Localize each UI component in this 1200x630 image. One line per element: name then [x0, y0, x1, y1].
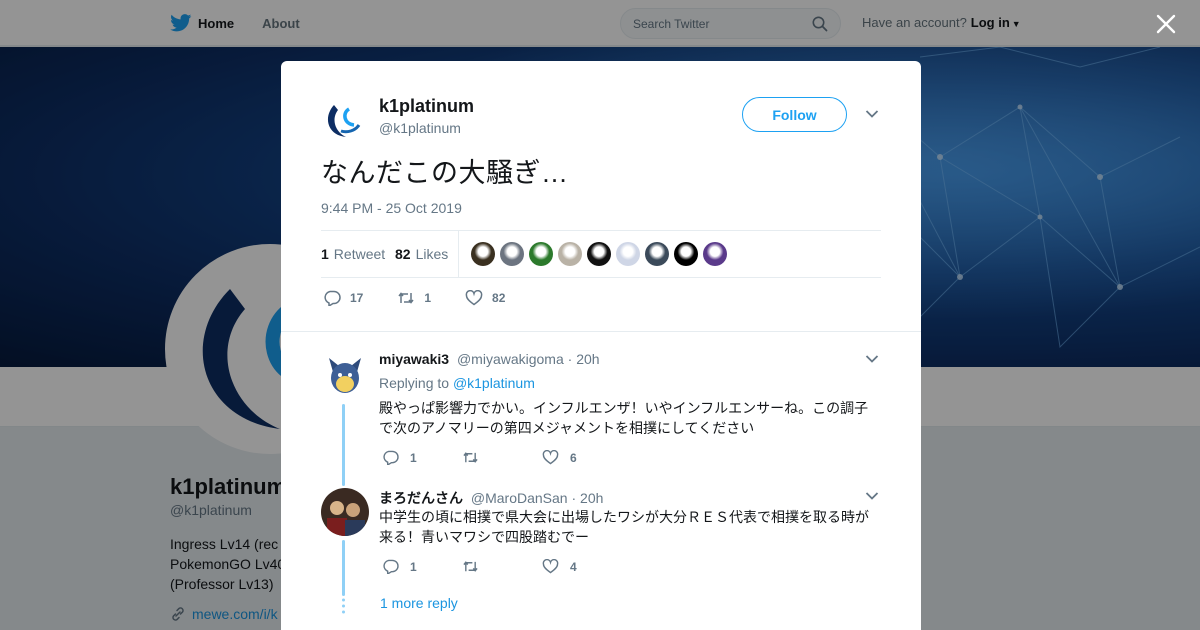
reply-icon [383, 450, 399, 465]
reply-icon [324, 290, 341, 306]
reply-author-handle[interactable]: @miyawakigoma [457, 351, 564, 367]
creature-avatar-icon [329, 358, 361, 393]
close-icon[interactable] [1154, 12, 1178, 36]
retweet-icon [463, 561, 478, 572]
reply-like-count: 6 [570, 450, 577, 465]
author-handle[interactable]: @k1platinum [379, 120, 461, 136]
stats-divider [458, 231, 459, 278]
chevron-down-icon[interactable] [865, 491, 879, 501]
photo-avatar-icon [321, 488, 369, 536]
reply-actions: 1 6 [382, 450, 622, 465]
author-avatar[interactable] [321, 95, 369, 143]
retweet-icon [463, 452, 478, 463]
reply-author-name[interactable]: まろだんさん [379, 490, 463, 506]
heart-icon [542, 559, 559, 574]
reply-separator: · [571, 490, 581, 506]
reply-avatar[interactable] [321, 488, 369, 536]
liker-avatar[interactable] [674, 242, 698, 266]
liker-avatar[interactable] [703, 242, 727, 266]
tweet-text: なんだこの大騒ぎ… [321, 158, 569, 188]
liker-avatar[interactable] [500, 242, 524, 266]
retweet-button[interactable]: 1 [397, 290, 431, 306]
replying-to-handle[interactable]: @k1platinum [453, 375, 535, 391]
reply-header: miyawaki3 @miyawakigoma · 20h [379, 351, 600, 367]
replying-prefix: Replying to [379, 375, 450, 391]
reply-reply-count: 1 [410, 559, 417, 574]
liker-avatar[interactable] [587, 242, 611, 266]
tweet-modal: k1platinum @k1platinum Follow なんだこの大騒ぎ… … [281, 61, 921, 630]
reply-count: 17 [350, 291, 364, 305]
follow-button[interactable]: Follow [742, 97, 847, 132]
swirl-logo-icon [327, 105, 361, 137]
reply-like-count: 4 [570, 559, 577, 574]
retweet-button[interactable] [462, 450, 542, 465]
chevron-down-icon[interactable] [865, 109, 879, 119]
reply-separator: · [567, 351, 577, 367]
likes-stat[interactable]: 82 Likes [395, 246, 448, 262]
chevron-down-icon[interactable] [865, 354, 879, 364]
liker-avatar[interactable] [645, 242, 669, 266]
reply-icon [383, 559, 399, 574]
retweet-button[interactable] [462, 559, 542, 574]
liker-avatar[interactable] [529, 242, 553, 266]
reply-author-name[interactable]: miyawaki3 [379, 351, 449, 367]
replying-to: Replying to @k1platinum [379, 375, 535, 391]
reply-text: 中学生の頃に相撲で県大会に出場したワシが大分ＲＥＳ代表で相撲を取る時が来る！青い… [379, 509, 869, 545]
likes-count: 82 [395, 246, 411, 262]
like-button[interactable]: 4 [542, 559, 622, 574]
reply-button[interactable]: 1 [382, 450, 462, 465]
thread-more-dots [342, 598, 345, 614]
reply-text: 殿やっぱ影響力でかい。インフルエンザ！いやインフルエンサーね。この調子で次のアノ… [379, 400, 869, 436]
heart-icon [542, 450, 559, 465]
reply-header: まろだんさん @MaroDanSan · 20h [379, 488, 603, 508]
retweet-icon [398, 292, 414, 304]
like-button[interactable]: 82 [465, 290, 505, 306]
action-like-count: 82 [492, 291, 506, 305]
likes-label: Likes [415, 246, 449, 262]
retweet-count: 1 [321, 246, 329, 262]
heart-icon [465, 290, 483, 306]
like-button[interactable]: 6 [542, 450, 622, 465]
reply-actions: 1 4 [382, 559, 622, 574]
liker-avatar[interactable] [616, 242, 640, 266]
reply-button[interactable]: 1 [382, 559, 462, 574]
replies-list: miyawaki3 @miyawakigoma · 20h Replying t… [281, 331, 921, 630]
tweet-actions: 17 1 82 [323, 290, 539, 306]
tweet-timestamp[interactable]: 9:44 PM - 25 Oct 2019 [321, 200, 462, 216]
reply-button[interactable]: 17 [323, 290, 363, 306]
liker-avatar[interactable] [558, 242, 582, 266]
retweet-label: Retweet [333, 246, 386, 262]
reply-time[interactable]: 20h [576, 351, 599, 367]
reply-reply-count: 1 [410, 450, 417, 465]
reply-author-handle[interactable]: @MaroDanSan [471, 490, 568, 506]
liker-avatar[interactable] [471, 242, 495, 266]
retweet-stat[interactable]: 1 Retweet [321, 246, 385, 262]
more-replies-link[interactable]: 1 more reply [380, 595, 458, 611]
action-retweet-count: 1 [424, 291, 432, 305]
tweet-stats: 1 Retweet 82 Likes [321, 230, 881, 278]
author-name[interactable]: k1platinum [379, 96, 474, 117]
thread-line [342, 540, 345, 596]
liker-avatars [471, 242, 727, 266]
reply-avatar[interactable] [321, 350, 369, 398]
reply-time[interactable]: 20h [580, 490, 603, 506]
thread-line [342, 404, 345, 486]
